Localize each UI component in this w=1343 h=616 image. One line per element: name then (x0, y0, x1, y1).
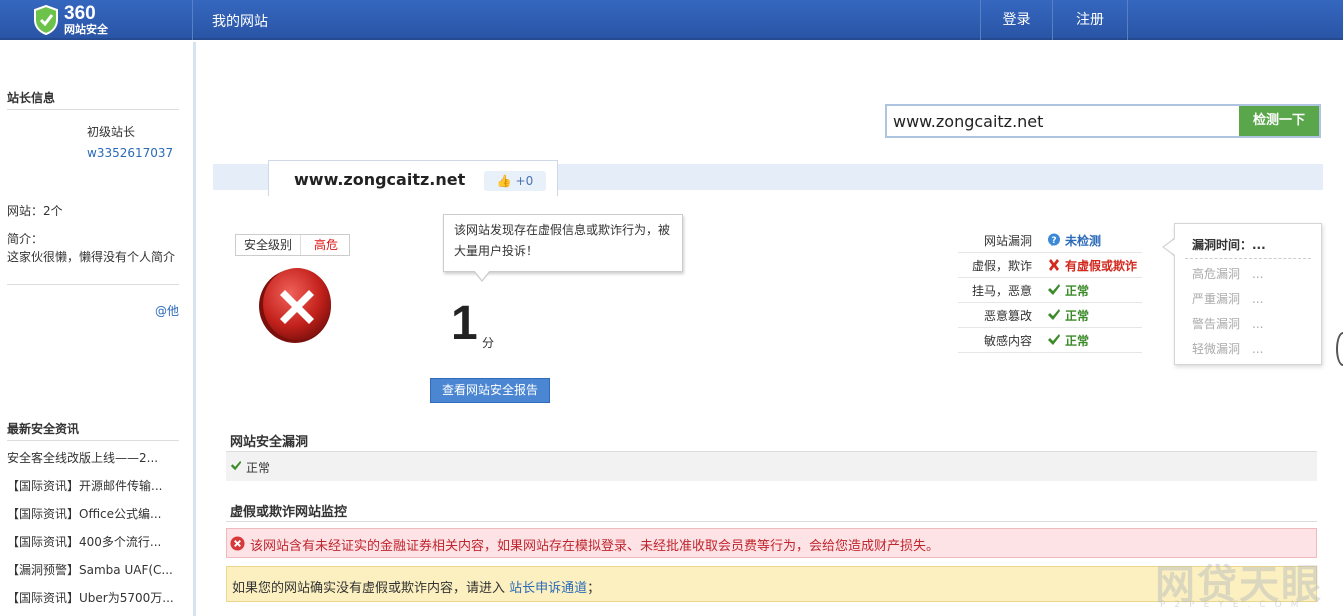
error-circle-icon (230, 536, 245, 551)
top-navbar: 360 网站安全 我的网站 登录 注册 (0, 0, 1343, 40)
vuln-item-high: 高危漏洞 ... (1192, 267, 1264, 281)
side-scroll-handle[interactable] (1336, 332, 1343, 366)
watermark-sub: P2PEYE.COM (1160, 600, 1308, 610)
search-box: 检测一下 (885, 104, 1321, 138)
news-item[interactable]: 【国际资讯】400多个流行... (7, 533, 179, 550)
vuln-item-minor: 轻微漏洞 ... (1192, 342, 1264, 356)
status-row: 恶意篡改 正常 (958, 303, 1142, 328)
intro-label: 简介： (7, 232, 44, 246)
check-button[interactable]: 检测一下 (1239, 106, 1319, 136)
vuln-item-warning: 警告漏洞 ... (1192, 317, 1264, 331)
status-label: 网站漏洞 (983, 234, 1032, 248)
owner-name-link[interactable]: w3352617037 (87, 146, 173, 160)
vuln-section-title: 网站安全漏洞 (230, 435, 309, 450)
news-item[interactable]: 安全客全线改版上线——2... (7, 449, 179, 466)
search-input[interactable] (889, 108, 1237, 134)
security-level-label: 安全级别 (236, 235, 301, 255)
appeal-prefix: 如果您的网站确实没有虚假或欺诈内容，请进入 (232, 581, 506, 596)
bubble-tail-inner (474, 270, 490, 280)
divider (226, 521, 1317, 522)
status-label: 虚假，欺诈 (971, 259, 1032, 273)
check-icon (1048, 309, 1060, 320)
status-row: 网站漏洞 ? 未检测 (958, 228, 1142, 253)
appeal-notice: 如果您的网站确实没有虚假或欺诈内容，请进入 站长申诉通道； (226, 566, 1317, 602)
vuln-status-text: 正常 (246, 461, 271, 475)
vuln-panel-tail-inner (1164, 239, 1175, 255)
status-row: 虚假，欺诈 有虚假或欺诈 (958, 253, 1142, 278)
intro-text: 这家伙很懒，懒得没有个人简介 (7, 250, 176, 264)
check-icon (1048, 284, 1060, 295)
like-count: +0 (515, 174, 534, 188)
appeal-text: 如果您的网站确实没有虚假或欺诈内容，请进入 站长申诉通道； (232, 577, 600, 596)
news-item[interactable]: 【国际资讯】Uber为5700万... (7, 589, 179, 606)
status-value: 正常 (1065, 284, 1090, 298)
nav-my-site[interactable]: 我的网站 (212, 11, 268, 31)
status-row: 敏感内容 正常 (958, 328, 1142, 353)
site-tab[interactable]: www.zongcaitz.net 👍 +0 (268, 160, 558, 196)
brand-text: 网站安全 (64, 23, 108, 36)
status-value[interactable]: 未检测 (1065, 232, 1101, 249)
vuln-time-panel: 漏洞时间：... 高危漏洞 ... 严重漏洞 ... 警告漏洞 ... 轻微漏洞… (1174, 223, 1322, 365)
vuln-item-severe: 严重漏洞 ... (1192, 292, 1264, 306)
news-item[interactable]: 【漏洞预警】Samba UAF(C... (7, 561, 179, 578)
fraud-section-title: 虚假或欺诈网站监控 (230, 505, 348, 520)
news-title: 最新安全资讯 (7, 422, 80, 436)
cross-icon (1049, 259, 1059, 271)
vuln-status-row: 正常 (226, 452, 1317, 481)
site-tab-name: www.zongcaitz.net (294, 170, 466, 189)
status-label: 挂马，恶意 (971, 284, 1032, 298)
danger-x-icon (259, 268, 331, 343)
view-report-button[interactable]: 查看网站安全报告 (430, 378, 550, 403)
news-item[interactable]: 【国际资讯】Office公式编... (7, 505, 179, 522)
thumbs-up-icon: 👍 (496, 174, 512, 188)
divider (7, 109, 179, 110)
security-level-box: 安全级别 高危 (235, 234, 350, 256)
status-label: 恶意篡改 (983, 309, 1032, 323)
question-icon: ? (1048, 233, 1060, 246)
sites-count: 网站：2个 (7, 204, 63, 218)
status-value[interactable]: 有虚假或欺诈 (1065, 257, 1137, 274)
appeal-suffix: ； (587, 581, 601, 596)
register-link[interactable]: 注册 (1053, 0, 1128, 40)
shield-logo-icon (34, 5, 58, 35)
owner-info-title: 站长信息 (7, 91, 56, 105)
status-row: 挂马，恶意 正常 (958, 278, 1142, 303)
appeal-link[interactable]: 站长申诉通道 (509, 581, 587, 596)
status-value: 正常 (1065, 334, 1090, 348)
check-icon (1048, 334, 1060, 345)
site-logo[interactable]: 360 网站安全 (0, 0, 193, 40)
at-him-link[interactable]: @他 (155, 302, 179, 319)
svg-text:?: ? (1051, 236, 1056, 246)
divider (7, 284, 179, 285)
score-unit: 分 (482, 336, 495, 350)
fraud-alert-text: 该网站含有未经证实的金融证券相关内容，如果网站存在模拟登录、未经批准收取会员费等… (250, 539, 940, 554)
divider (7, 440, 179, 441)
sidebar: 站长信息 初级站长 w3352617037 网站：2个 简介： 这家伙很懒，懒得… (0, 42, 196, 616)
security-level-value: 高危 (313, 238, 338, 252)
fraud-alert: 该网站含有未经证实的金融证券相关内容，如果网站存在模拟登录、未经批准收取会员费等… (226, 528, 1317, 558)
status-value: 正常 (1065, 309, 1090, 323)
check-icon (230, 460, 242, 471)
warning-bubble: 该网站发现存在虚假信息或欺诈行为，被大量用户投诉！ (443, 214, 683, 272)
status-label: 敏感内容 (983, 334, 1032, 348)
owner-level: 初级站长 (87, 125, 136, 139)
login-link[interactable]: 登录 (980, 0, 1053, 40)
news-item[interactable]: 【国际资讯】开源邮件传输... (7, 477, 179, 494)
divider (1185, 258, 1311, 259)
like-button[interactable]: 👍 +0 (484, 171, 546, 191)
vuln-time-title: 漏洞时间：... (1192, 238, 1266, 252)
security-score: 1 (451, 297, 478, 350)
